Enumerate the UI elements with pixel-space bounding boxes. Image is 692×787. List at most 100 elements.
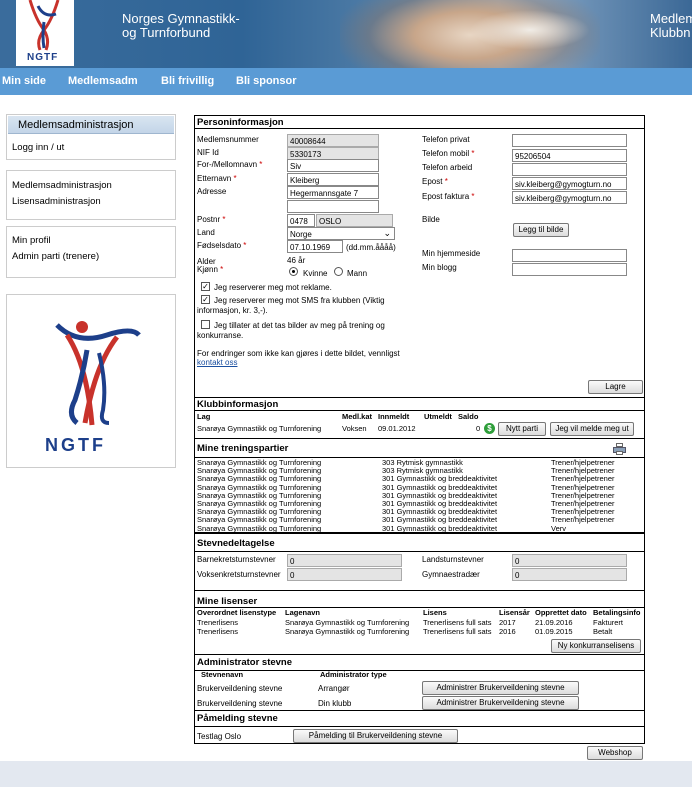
- field-fodselsdato[interactable]: 07.10.1969: [287, 240, 343, 253]
- leave-club-button[interactable]: Jeg vil melde meg ut: [550, 422, 634, 436]
- events-section: Stevnedeltagelse Barnekretsturnstevner 0…: [194, 533, 645, 591]
- sidebar-panel-main: Medlemsadministrasjon Logg inn / ut: [6, 114, 176, 160]
- licenses-header-row: Overordnet lisenstype Lagenavn Lisens Li…: [197, 608, 641, 617]
- license-cell: 2017: [499, 618, 516, 627]
- printer-icon[interactable]: [613, 443, 626, 455]
- value-voksenkrets: 0: [287, 568, 402, 581]
- label-bilder: Jeg tillater at det tas bilder av meg på…: [197, 321, 385, 340]
- license-row: Trenerlisens Snarøya Gymnastikk og Turnfo…: [196, 619, 645, 627]
- chevron-down-icon: ⌄: [383, 228, 391, 238]
- label-bilde: Bilde: [422, 215, 440, 224]
- main-nav: Min side Medlemsadm Bli frivillig Bli sp…: [0, 68, 692, 95]
- label-epost-faktura: Epost faktura *: [422, 192, 475, 201]
- field-tlf-mobil[interactable]: 95206504: [512, 149, 627, 162]
- field-fornavn[interactable]: Siv: [287, 159, 379, 172]
- field-epost[interactable]: siv.kleiberg@gymogturn.no: [512, 177, 627, 190]
- webshop-button[interactable]: Webshop: [587, 746, 643, 760]
- label-mann: Mann: [347, 269, 368, 278]
- ngtf-logo[interactable]: NGTF: [16, 0, 74, 66]
- label-etternavn: Etternavn *: [197, 174, 237, 183]
- dollar-icon[interactable]: $: [484, 423, 495, 434]
- field-epost-faktura[interactable]: siv.kleiberg@gymogturn.no: [512, 191, 627, 204]
- label-epost: Epost *: [422, 177, 448, 186]
- checkbox-reklame[interactable]: ✓: [201, 282, 210, 291]
- signup-event-button[interactable]: Påmelding til Brukerveildening stevne: [293, 729, 458, 743]
- contact-note: For endringer som ikke kan gjøres i dett…: [197, 349, 400, 358]
- label-adresse: Adresse: [197, 187, 227, 196]
- label-sms: Jeg reserverer meg mot SMS fra klubben (…: [197, 296, 385, 315]
- licenses-title: Mine lisenser: [197, 596, 258, 607]
- label-fornavn: For-/Mellomnavn *: [197, 160, 263, 169]
- nav-bli-frivillig[interactable]: Bli frivillig: [161, 75, 214, 87]
- license-cell: Fakturert: [593, 618, 624, 627]
- label-blogg: Min blogg: [422, 263, 457, 272]
- license-cell: 01.09.2015: [535, 626, 573, 636]
- date-format-hint: (dd.mm.åååå): [346, 243, 396, 252]
- label-tlf-privat: Telefon privat: [422, 135, 470, 144]
- sidebar-login-link[interactable]: Logg inn / ut: [12, 142, 64, 153]
- header-banner: [0, 0, 692, 68]
- club-header-row: Lag Medl.kat Innmeldt Utmeldt Saldo: [197, 412, 479, 421]
- field-adresse2[interactable]: [287, 200, 379, 213]
- label-barnekrets: Barnekretsturnstevner: [197, 555, 276, 564]
- label-medlemsnummer: Medlemsnummer: [197, 135, 259, 144]
- new-license-button[interactable]: Ny konkurranselisens: [551, 639, 641, 653]
- sidebar-heading: Medlemsadministrasjon: [8, 116, 174, 134]
- training-row: Snarøya Gymnastikk og Turnforening 301 Gy…: [196, 523, 645, 533]
- label-voksenkrets: Voksenkretsturnstevner: [197, 570, 281, 579]
- field-medlemsnummer: 40008644: [287, 134, 379, 147]
- field-tlf-privat[interactable]: [512, 134, 627, 147]
- field-poststed: OSLO: [316, 214, 393, 227]
- field-postnr[interactable]: 0478: [287, 214, 315, 227]
- field-tlf-arbeid[interactable]: [512, 163, 627, 176]
- contact-link[interactable]: kontakt oss: [197, 358, 237, 367]
- field-hjemmeside[interactable]: [512, 249, 627, 262]
- sidebar-panel-profile: Min profil Admin parti (trenere): [6, 226, 176, 278]
- sidebar-lisensadministrasjon[interactable]: Lisensadministrasjon: [12, 196, 101, 207]
- save-button[interactable]: Lagre: [588, 380, 643, 394]
- sidebar-min-profil[interactable]: Min profil: [12, 235, 51, 246]
- signup-team-name: Testlag Oslo: [197, 732, 242, 741]
- admin-header-row: Stevnenavn Administrator type: [201, 670, 387, 679]
- sidebar-admin-parti[interactable]: Admin parti (trenere): [12, 251, 99, 262]
- label-landsturn: Landsturnstevner: [422, 555, 484, 564]
- radio-kvinne[interactable]: [289, 267, 298, 276]
- training-cell: 301 Gymnastikk og breddeaktivitet: [382, 523, 498, 533]
- license-row: Trenerlisens Snarøya Gymnastikk og Turnfo…: [196, 626, 645, 636]
- person-title: Personinformasjon: [197, 117, 284, 128]
- admin-section: Administrator stevne Stevnenavn Administ…: [194, 654, 645, 711]
- banner-right-text: Medlem Klubbn: [650, 11, 692, 40]
- nav-bli-sponsor[interactable]: Bli sponsor: [236, 75, 297, 87]
- label-tlf-arbeid: Telefon arbeid: [422, 163, 473, 172]
- label-hjemmeside: Min hjemmeside: [422, 249, 481, 258]
- license-cell: Trenerlisens full sats: [423, 618, 492, 627]
- label-gymnaestrada: Gymnaestradær: [422, 570, 480, 579]
- radio-mann[interactable]: [334, 267, 343, 276]
- add-image-button[interactable]: Legg til bilde: [513, 223, 569, 237]
- training-title: Mine treningspartier: [197, 443, 289, 454]
- org-name: Norges Gymnastikk- og Turnforbund: [122, 11, 240, 40]
- sidebar-medlemsadministrasjon[interactable]: Medlemsadministrasjon: [12, 180, 112, 191]
- field-adresse[interactable]: Hegermannsgate 7: [287, 186, 379, 199]
- events-title: Stevnedeltagelse: [197, 538, 275, 549]
- nav-min-side[interactable]: Min side: [2, 75, 46, 87]
- label-kjonn: Kjønn *: [197, 265, 224, 274]
- sidebar-panel-admin: Medlemsadministrasjon Lisensadministrasj…: [6, 170, 176, 220]
- field-etternavn[interactable]: Kleiberg: [287, 173, 379, 186]
- admin-row-2-type: Din klubb: [318, 699, 352, 708]
- license-cell: Trenerlisens full sats: [423, 626, 492, 636]
- nav-medlemsadm[interactable]: Medlemsadm: [68, 75, 138, 87]
- administer-event-button-2[interactable]: Administrer Brukerveildening stevne: [422, 696, 579, 710]
- new-party-button[interactable]: Nytt parti: [498, 422, 546, 436]
- license-cell: Trenerlisens: [197, 618, 238, 627]
- select-land[interactable]: Norge ⌄: [287, 227, 395, 240]
- license-cell: 21.09.2016: [535, 618, 573, 627]
- administer-event-button-1[interactable]: Administrer Brukerveildening stevne: [422, 681, 579, 695]
- gymnast-logo-large-icon: [55, 321, 141, 426]
- value-barnekrets: 0: [287, 554, 402, 567]
- label-nif: NIF Id: [197, 148, 219, 157]
- field-blogg[interactable]: [512, 263, 627, 276]
- club-title: Klubbinformasjon: [197, 399, 279, 410]
- page-footer: [0, 761, 692, 787]
- admin-row-1-name: Brukerveildening stevne: [197, 684, 283, 693]
